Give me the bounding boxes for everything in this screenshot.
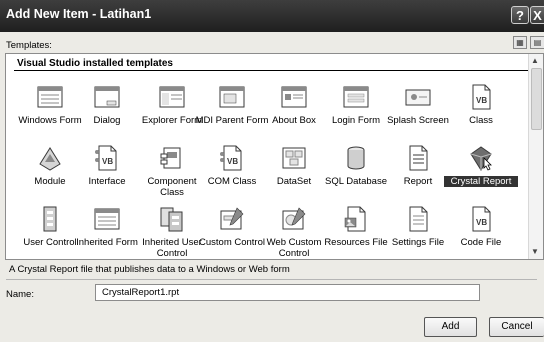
inherited-form-icon (93, 205, 121, 233)
large-icons-icon[interactable]: ▦ (513, 36, 527, 49)
template-item-label: Dialog (93, 115, 121, 126)
svg-text:VB: VB (476, 218, 487, 227)
template-description: A Crystal Report file that publishes dat… (9, 264, 290, 275)
interface-icon: VB (93, 144, 121, 172)
add-new-item-dialog: Add New Item - Latihan1 ? X Templates: ▦… (0, 0, 544, 342)
settings-file-icon (404, 205, 432, 233)
group-divider (14, 70, 529, 71)
svg-text:VB: VB (476, 96, 487, 105)
user-control-icon (36, 205, 64, 233)
class-vb-icon: VB (467, 83, 495, 111)
vertical-scrollbar[interactable]: ▲ ▼ (528, 54, 543, 259)
group-title: Visual Studio installed templates (17, 58, 173, 69)
module-icon (36, 144, 64, 172)
resources-file-icon (342, 205, 370, 233)
window-title: Add New Item - Latihan1 (6, 7, 152, 21)
close-button[interactable]: X (530, 6, 544, 24)
scroll-thumb[interactable] (531, 68, 542, 130)
about-box-icon (280, 83, 308, 111)
template-item-label: Code File (460, 237, 502, 248)
crystal-report-icon (467, 144, 495, 172)
templates-label: Templates: (6, 40, 52, 51)
dataset-icon (280, 144, 308, 172)
code-file-icon: VB (467, 205, 495, 233)
inherited-user-control-icon (158, 205, 186, 233)
description-divider (6, 279, 537, 280)
svg-text:VB: VB (102, 157, 113, 166)
add-button[interactable]: Add (424, 317, 477, 337)
web-custom-control-icon (280, 205, 308, 233)
templates-list[interactable]: Visual Studio installed templates Window… (5, 53, 544, 260)
title-bar[interactable]: Add New Item - Latihan1 ? X (0, 0, 544, 32)
custom-control-icon (218, 205, 246, 233)
scroll-down-icon[interactable]: ▼ (531, 247, 539, 256)
help-button[interactable]: ? (511, 6, 529, 24)
name-input[interactable] (95, 284, 480, 301)
explorer-form-icon (158, 83, 186, 111)
report-icon (404, 144, 432, 172)
template-item-label: Crystal Report (444, 176, 518, 187)
small-icons-icon[interactable]: ▤ (530, 36, 544, 49)
com-class-icon: VB (218, 144, 246, 172)
template-item-label: Class (469, 115, 493, 126)
cancel-button[interactable]: Cancel (489, 317, 544, 337)
scroll-up-icon[interactable]: ▲ (531, 56, 539, 65)
template-item-label: Interface (88, 176, 126, 187)
windows-form-icon (36, 83, 64, 111)
login-form-icon (342, 83, 370, 111)
name-label: Name: (6, 289, 34, 300)
component-class-icon (158, 144, 186, 172)
sql-database-icon (342, 144, 370, 172)
splash-screen-icon (404, 83, 432, 111)
svg-text:VB: VB (227, 157, 238, 166)
template-item-label: Inherited Form (76, 237, 138, 248)
dialog-icon (93, 83, 121, 111)
mdi-parent-form-icon (218, 83, 246, 111)
